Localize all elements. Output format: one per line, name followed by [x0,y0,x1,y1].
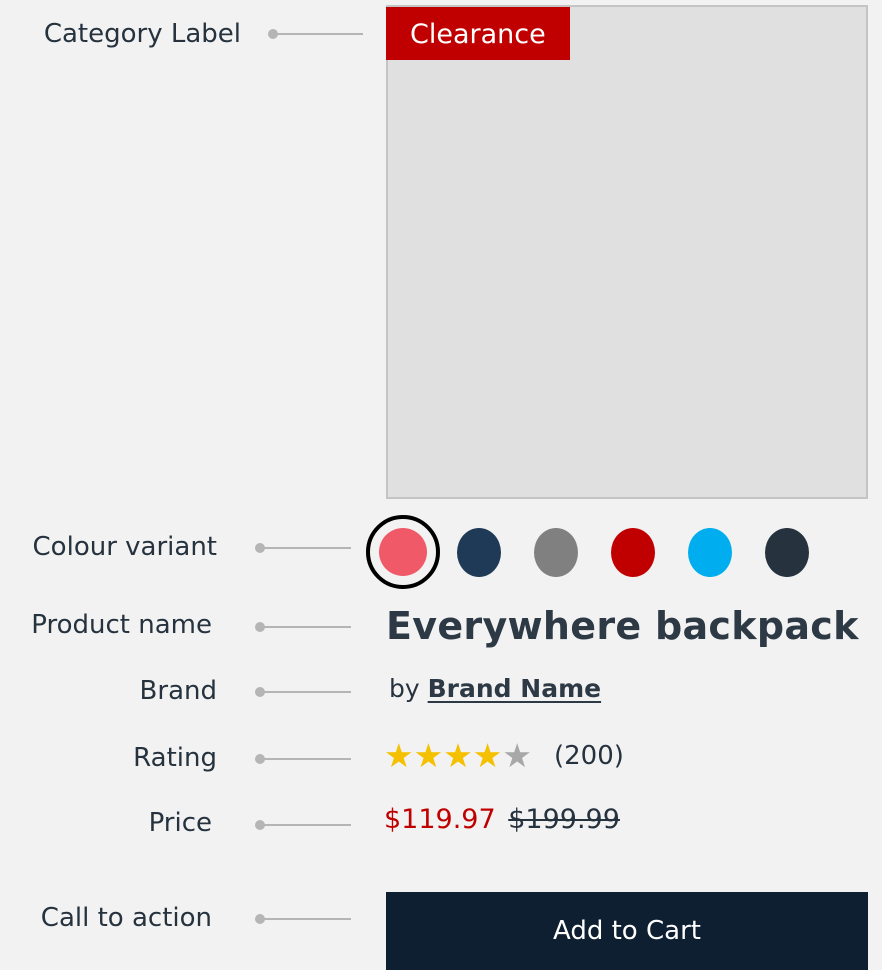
annotation-price: Price [149,803,212,843]
connector-line [263,918,351,920]
product-image-placeholder[interactable] [386,5,868,499]
annotation-brand: Brand [140,671,217,711]
swatch-color-dot [765,527,809,577]
swatch-color-dot [611,527,655,577]
connector-line [263,824,351,826]
colour-swatch[interactable] [685,527,735,577]
connector-line [263,691,351,693]
swatch-color-dot [688,527,732,577]
category-badge: Clearance [386,7,570,60]
swatch-color-dot [534,527,578,577]
annotation-product-name: Product name [31,605,212,645]
connector-line [263,547,351,549]
colour-swatches [366,515,839,589]
star-filled-icon: ★ [443,736,473,775]
brand-link[interactable]: Brand Name [428,674,601,703]
star-empty-icon: ★ [502,736,532,775]
swatch-color-dot [379,528,427,576]
star-filled-icon: ★ [384,736,414,775]
colour-swatch[interactable] [531,527,581,577]
connector-line [263,758,351,760]
colour-swatch[interactable] [608,527,658,577]
colour-swatch[interactable] [454,527,504,577]
colour-swatch[interactable] [366,515,440,589]
review-count[interactable]: (200) [554,741,624,771]
annotation-call-to-action: Call to action [41,898,212,938]
price-row: $119.97 $199.99 [384,804,620,835]
annotation-label: Product name [31,610,212,640]
original-price: $199.99 [508,804,620,835]
star-filled-icon: ★ [472,736,503,775]
annotation-label: Call to action [40,903,212,933]
annotation-label: Rating [133,743,217,773]
swatch-color-dot [457,527,501,577]
rating-row: ★★★★★ (200) [384,736,624,776]
connector-line [276,33,363,35]
brand-prefix: by [389,674,420,703]
product-title[interactable]: Everywhere backpack [386,604,859,648]
annotation-label: Category Label [43,19,241,49]
sale-price: $119.97 [384,804,496,835]
annotation-category-label: Category Label [44,14,241,54]
brand-row: by Brand Name [389,674,601,703]
annotation-label: Price [148,808,212,838]
annotation-label: Brand [139,676,217,706]
star-filled-icon: ★ [413,736,444,775]
annotation-rating: Rating [133,738,217,778]
annotation-colour-variant: Colour variant [33,527,217,567]
annotation-label: Colour variant [32,532,217,562]
connector-line [263,626,351,628]
colour-swatch[interactable] [762,527,812,577]
star-rating: ★★★★★ [384,736,532,776]
add-to-cart-button[interactable]: Add to Cart [386,892,868,970]
